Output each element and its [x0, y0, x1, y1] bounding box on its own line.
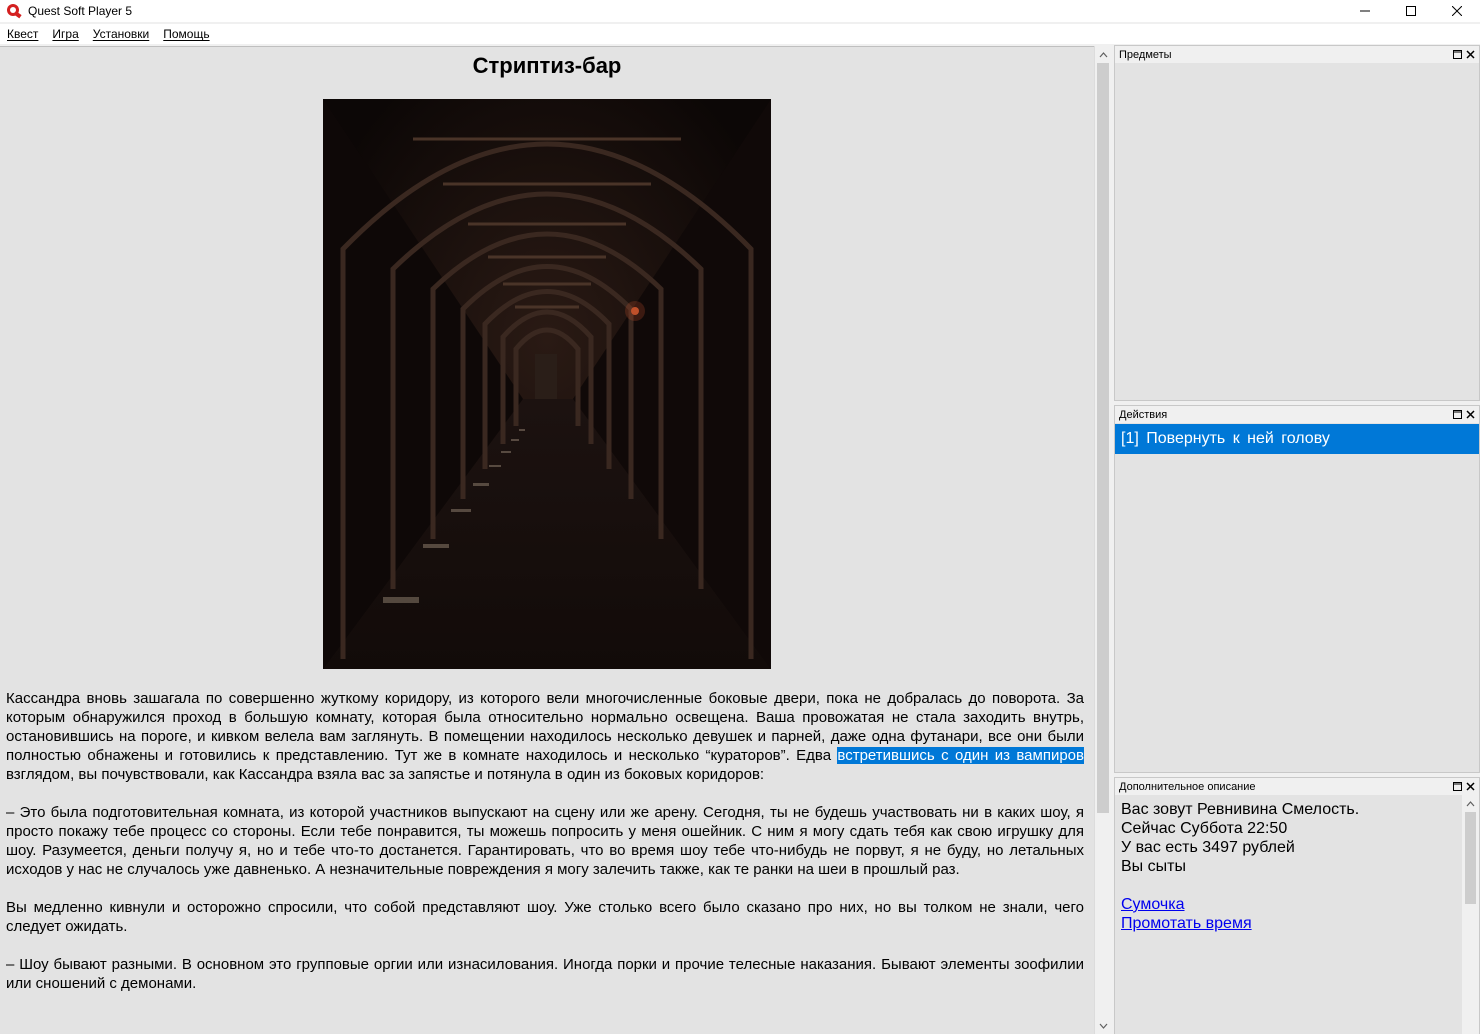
restore-icon	[1453, 410, 1462, 419]
restore-icon	[1453, 782, 1462, 791]
story-paragraph: – Шоу бывают разными. В основном это гру…	[6, 956, 1084, 992]
close-icon	[1452, 6, 1462, 16]
current-time-line: Сейчас Суббота 22:50	[1121, 820, 1288, 837]
maximize-icon	[1406, 6, 1416, 16]
window-title: Quest Soft Player 5	[28, 4, 133, 18]
money-line: У вас есть 3497 рублей	[1121, 839, 1295, 856]
hunger-status-line: Вы сыты	[1121, 858, 1186, 875]
maximize-button[interactable]	[1388, 0, 1434, 22]
menu-game[interactable]: Игра	[52, 27, 78, 41]
story-paragraph: Вы медленно кивнули и осторожно спросили…	[6, 899, 1084, 935]
items-panel: Предметы	[1114, 45, 1480, 401]
restore-icon	[1453, 50, 1462, 59]
items-panel-close-button[interactable]	[1464, 48, 1477, 61]
minimize-icon	[1360, 10, 1370, 12]
app-logo-icon	[6, 3, 22, 19]
description-scrollbar[interactable]	[1462, 795, 1479, 1034]
handbag-link[interactable]: Сумочка	[1121, 895, 1473, 914]
menu-quest[interactable]: Квест	[7, 27, 38, 41]
story-paragraph: – Это была подготовительная комната, из …	[6, 804, 1084, 878]
menu-bar: Квест Игра Установки Помощь	[0, 24, 1480, 44]
actions-panel-title: Действия	[1119, 408, 1168, 421]
player-name-line: Вас зовут Ревнивина Смелость.	[1121, 801, 1360, 818]
menu-settings[interactable]: Установки	[93, 27, 149, 41]
main-text-area[interactable]: Стриптиз-бар Кассандра вновь зашагала по…	[0, 46, 1094, 1034]
story-text: Кассандра вновь зашагала по совершенно ж…	[6, 689, 1084, 1012]
description-scrollbar-thumb[interactable]	[1465, 812, 1476, 904]
scroll-up-button[interactable]	[1095, 46, 1112, 63]
menu-help[interactable]: Помощь	[163, 27, 209, 41]
actions-panel: Действия [1] Повернуть к ней голову	[1114, 405, 1480, 773]
items-panel-header: Предметы	[1115, 46, 1479, 63]
description-panel-restore-button[interactable]	[1451, 780, 1464, 793]
description-body: Вас зовут Ревнивина Смелость. Сейчас Суб…	[1115, 795, 1479, 938]
main-scrollbar[interactable]	[1094, 46, 1111, 1034]
chevron-up-icon	[1466, 800, 1475, 806]
story-paragraph: Кассандра вновь зашагала по совершенно ж…	[6, 690, 1084, 783]
scene-image	[323, 99, 771, 669]
chevron-down-icon	[1099, 1023, 1108, 1029]
actions-panel-close-button[interactable]	[1464, 408, 1477, 421]
description-panel-title: Дополнительное описание	[1119, 780, 1256, 793]
items-panel-title: Предметы	[1119, 48, 1172, 61]
actions-panel-header: Действия	[1115, 406, 1479, 423]
action-turn-head[interactable]: [1] Повернуть к ней голову	[1115, 424, 1479, 454]
description-panel: Дополнительное описание Вас зовут Ревнив…	[1114, 777, 1480, 1034]
close-icon	[1466, 50, 1475, 59]
description-panel-header: Дополнительное описание	[1115, 778, 1479, 795]
dark-corridor-image	[323, 99, 771, 669]
close-icon	[1466, 410, 1475, 419]
scroll-down-button[interactable]	[1095, 1017, 1112, 1034]
items-panel-restore-button[interactable]	[1451, 48, 1464, 61]
chevron-up-icon	[1099, 51, 1108, 57]
close-icon	[1466, 782, 1475, 791]
window-controls	[1342, 0, 1480, 22]
description-panel-close-button[interactable]	[1464, 780, 1477, 793]
description-scroll-up-button[interactable]	[1462, 795, 1479, 812]
scrollbar-thumb[interactable]	[1097, 63, 1109, 813]
close-button[interactable]	[1434, 0, 1480, 22]
title-bar: Quest Soft Player 5	[0, 0, 1480, 22]
minimize-button[interactable]	[1342, 0, 1388, 22]
location-title: Стриптиз-бар	[472, 53, 622, 78]
selected-text: встретившись с один из вампиров	[837, 747, 1084, 764]
actions-panel-restore-button[interactable]	[1451, 408, 1464, 421]
skip-time-link[interactable]: Промотать время	[1121, 914, 1473, 933]
